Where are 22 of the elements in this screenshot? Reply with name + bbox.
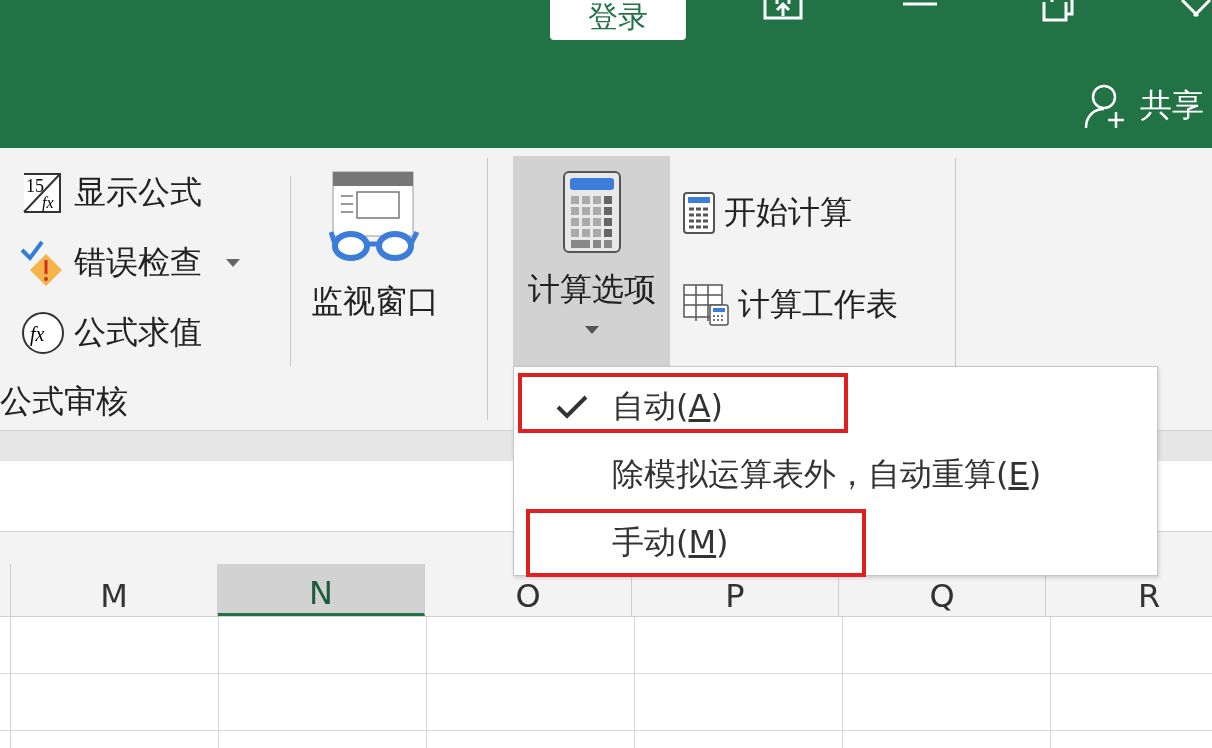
group-label: 公式审核 — [0, 381, 128, 422]
share-upload-icon[interactable] — [763, 0, 803, 20]
calculator-icon — [561, 170, 622, 254]
watch-window-button[interactable]: 监视窗口 — [291, 148, 439, 430]
menu-item[interactable]: 除模拟运算表外，自动重算(E) — [514, 441, 1157, 509]
caret-icon — [584, 326, 599, 334]
calculation-options-button[interactable]: 计算选项 — [513, 156, 670, 366]
fx-icon: fx — [20, 310, 66, 356]
ribbon-button[interactable]: 错误检查 — [20, 238, 290, 288]
ribbon-button[interactable]: fx 公式求值 — [20, 308, 290, 358]
calculate-sheet-button[interactable]: 计算工作表 — [682, 280, 955, 330]
ribbon-button[interactable]: 15 fx 显示公式 — [20, 168, 290, 218]
minimize-icon[interactable] — [903, 0, 937, 8]
share-button[interactable]: 共享 — [1082, 82, 1204, 130]
column-header[interactable]: N — [218, 564, 425, 616]
menu-item[interactable]: 自动(A) — [514, 373, 1157, 441]
glasses-window-icon — [329, 170, 421, 262]
calculate-now-button[interactable]: 开始计算 — [682, 188, 955, 238]
sign-in-button[interactable]: 登录 — [550, 0, 686, 40]
sheet-calculator-icon — [682, 283, 730, 327]
calculator-icon — [682, 191, 716, 235]
close-icon[interactable] — [1180, 0, 1212, 18]
